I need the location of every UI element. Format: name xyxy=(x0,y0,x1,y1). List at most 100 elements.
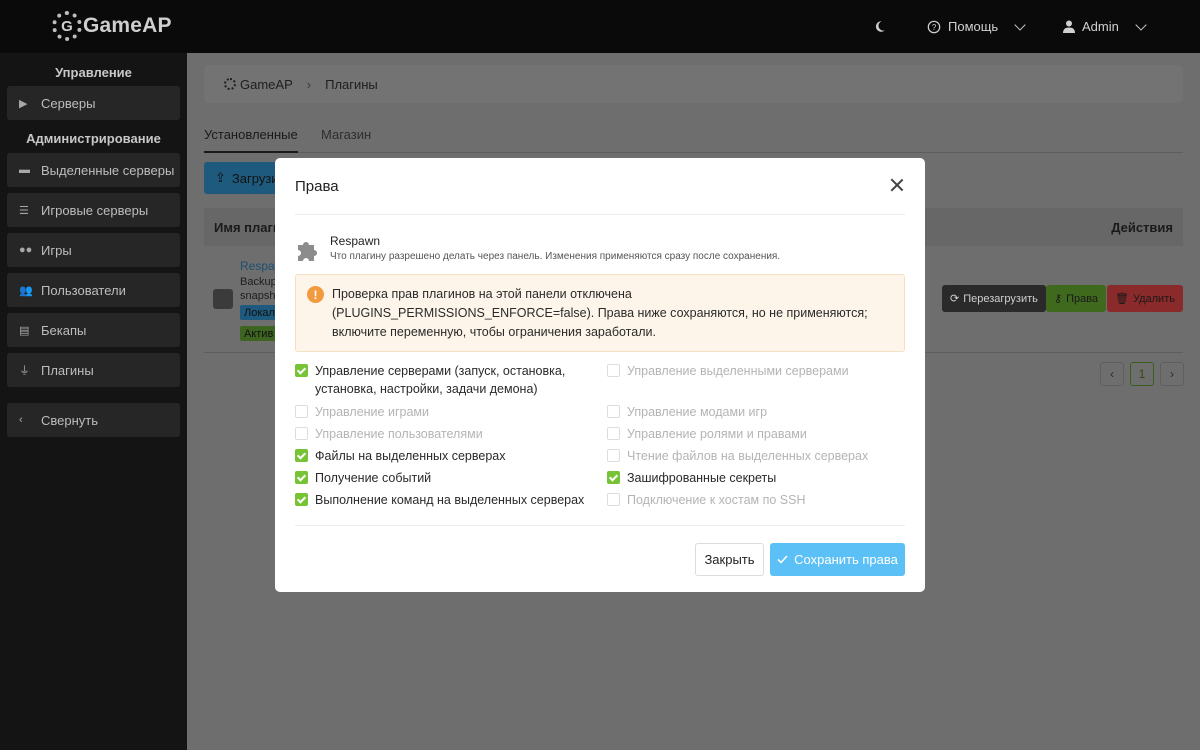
permission-label: Управление выделенными серверами xyxy=(627,364,849,378)
column-header-actions: Действия xyxy=(1111,219,1173,235)
sidebar-item-servers[interactable]: ▶ Серверы xyxy=(7,86,180,120)
restart-plugin-button[interactable]: ⟳ Перезагрузить xyxy=(942,285,1046,312)
permission-checkbox-receive-events[interactable]: Получение событий xyxy=(295,469,585,487)
plugin-description: Что плагину разрешено делать через панел… xyxy=(330,251,781,262)
sidebar-item-label: Игры xyxy=(41,242,72,258)
permission-checkbox-manage-roles[interactable]: Управление ролями и правами xyxy=(607,425,897,443)
play-icon: ▶ xyxy=(19,97,28,110)
plugin-tabs: Установленные Магазин xyxy=(204,123,1183,153)
gear-logo-icon: G xyxy=(52,11,82,41)
warning-text: Проверка прав плагинов на этой панели от… xyxy=(332,287,868,339)
user-label: Admin xyxy=(1082,19,1119,34)
save-permissions-label: Сохранить права xyxy=(794,552,898,567)
sidebar-item-games[interactable]: ●● Игры xyxy=(7,233,180,267)
active-badge: Актив xyxy=(240,326,278,341)
sidebar-item-plugins[interactable]: ⏚ Плагины xyxy=(7,353,180,387)
delete-plugin-button[interactable]: 🗑 Удалить xyxy=(1107,285,1183,312)
user-icon xyxy=(1063,20,1075,33)
help-menu-button[interactable]: ? Помощь xyxy=(927,0,1026,53)
checkbox-unchecked-icon xyxy=(607,427,620,440)
upload-label: Загрузи xyxy=(231,170,279,186)
restart-label: Перезагрузить xyxy=(963,292,1038,305)
save-permissions-button[interactable]: Сохранить права xyxy=(770,543,905,576)
permission-checkbox-encrypted-secrets[interactable]: Зашифрованные секреты xyxy=(607,469,897,487)
moon-icon xyxy=(875,21,885,32)
local-badge: Локал xyxy=(240,305,279,320)
plugin-row-desc-line: Backup xyxy=(240,276,277,288)
close-icon[interactable] xyxy=(890,178,904,192)
sidebar-item-game-servers[interactable]: ☰ Игровые серверы xyxy=(7,193,180,227)
refresh-icon: ⟳ xyxy=(950,293,960,305)
help-circle-icon: ? xyxy=(927,20,941,33)
svg-text:?: ? xyxy=(932,23,937,32)
permission-checkbox-manage-servers[interactable]: Управление серверами (запуск, остановка,… xyxy=(295,362,585,398)
tab-store[interactable]: Магазин xyxy=(321,127,371,142)
checkbox-unchecked-icon xyxy=(607,449,620,462)
permission-checkbox-read-node-files[interactable]: Чтение файлов на выделенных серверах xyxy=(607,447,897,465)
permission-checkbox-node-commands[interactable]: Выполнение команд на выделенных серверах xyxy=(295,491,595,509)
breadcrumb-current: Плагины xyxy=(325,76,378,92)
breadcrumb-separator-icon: › xyxy=(306,76,312,92)
permission-checkbox-manage-mods[interactable]: Управление модами игр xyxy=(607,403,897,421)
user-menu-button[interactable]: Admin xyxy=(1063,0,1147,53)
chevron-down-icon xyxy=(1014,18,1026,31)
gamepad-icon: ●● xyxy=(19,244,33,256)
sidebar-section-manage: Управление xyxy=(55,65,132,80)
modal-footer-divider xyxy=(295,525,905,526)
sidebar-item-label: Игровые серверы xyxy=(41,202,149,218)
sidebar-item-backups[interactable]: ▤ Бекапы xyxy=(7,313,180,347)
sidebar-item-label: Выделенные серверы xyxy=(41,162,175,178)
sidebar-section-admin: Администрирование xyxy=(26,131,161,146)
warning-icon: ! xyxy=(307,286,324,303)
rights-label: Права xyxy=(1066,292,1099,305)
close-button[interactable]: Закрыть xyxy=(695,543,764,576)
checkbox-checked-icon xyxy=(295,471,308,484)
sidebar-item-label: Пользователи xyxy=(41,282,126,298)
permission-checkbox-manage-nodes[interactable]: Управление выделенными серверами xyxy=(607,362,897,380)
permission-label: Управление серверами (запуск, остановка,… xyxy=(315,364,566,396)
theme-toggle-button[interactable] xyxy=(873,0,886,53)
app-logo[interactable]: G GameAP xyxy=(52,11,172,41)
pagination-page-button[interactable]: 1 xyxy=(1130,362,1154,386)
permission-label: Файлы на выделенных серверах xyxy=(315,449,506,463)
puzzle-icon xyxy=(298,242,317,261)
trash-icon: 🗑 xyxy=(1115,293,1129,305)
plugin-row-icon xyxy=(213,289,233,309)
permission-checkbox-node-files[interactable]: Файлы на выделенных серверах xyxy=(295,447,585,465)
breadcrumb: GameAP › Плагины xyxy=(204,65,1183,103)
checkbox-checked-icon xyxy=(295,449,308,462)
modal-divider xyxy=(295,214,905,215)
breadcrumb-home-link[interactable]: GameAP xyxy=(240,77,293,92)
permission-label: Управление модами игр xyxy=(627,405,768,419)
permissions-modal: Права Respawn Что плагину разрешено дела… xyxy=(275,158,925,592)
permission-label: Чтение файлов на выделенных серверах xyxy=(627,449,869,463)
checkbox-unchecked-icon xyxy=(295,427,308,440)
sidebar-item-dedicated-servers[interactable]: ▬ Выделенные серверы xyxy=(7,153,180,187)
permission-label: Выполнение команд на выделенных серверах xyxy=(315,493,585,507)
checkbox-unchecked-icon xyxy=(607,493,620,506)
pagination-prev-button[interactable]: ‹ xyxy=(1100,362,1124,386)
sidebar-collapse-button[interactable]: ‹ Свернуть xyxy=(7,403,180,437)
permissions-warning: ! Проверка прав плагинов на этой панели … xyxy=(295,274,905,352)
upload-icon: ⇪ xyxy=(215,170,226,185)
key-icon: ⚷ xyxy=(1054,293,1063,305)
plugin-row-desc-line: snapsh xyxy=(240,290,276,302)
checkbox-unchecked-icon xyxy=(607,364,620,377)
permission-label: Управление играми xyxy=(315,405,429,419)
breadcrumb-home-icon xyxy=(224,78,236,90)
check-icon xyxy=(777,555,788,564)
top-bar: G GameAP ? Помощь Admin xyxy=(0,0,1200,53)
permission-checkbox-ssh-hosts[interactable]: Подключение к хостам по SSH xyxy=(607,491,897,509)
sidebar-item-label: Свернуть xyxy=(41,412,99,428)
rights-plugin-button[interactable]: ⚷ Права xyxy=(1046,285,1107,312)
sidebar-item-label: Плагины xyxy=(41,362,94,378)
delete-label: Удалить xyxy=(1132,292,1175,305)
permission-label: Управление пользователями xyxy=(315,427,483,441)
permission-checkbox-manage-users[interactable]: Управление пользователями xyxy=(295,425,585,443)
checkbox-checked-icon xyxy=(295,493,308,506)
app-logo-text: GameAP xyxy=(83,14,172,37)
sidebar-item-users[interactable]: 👥 Пользователи xyxy=(7,273,180,307)
pagination-next-button[interactable]: › xyxy=(1160,362,1184,386)
permission-checkbox-manage-games[interactable]: Управление играми xyxy=(295,403,585,421)
tab-installed[interactable]: Установленные xyxy=(204,127,298,153)
